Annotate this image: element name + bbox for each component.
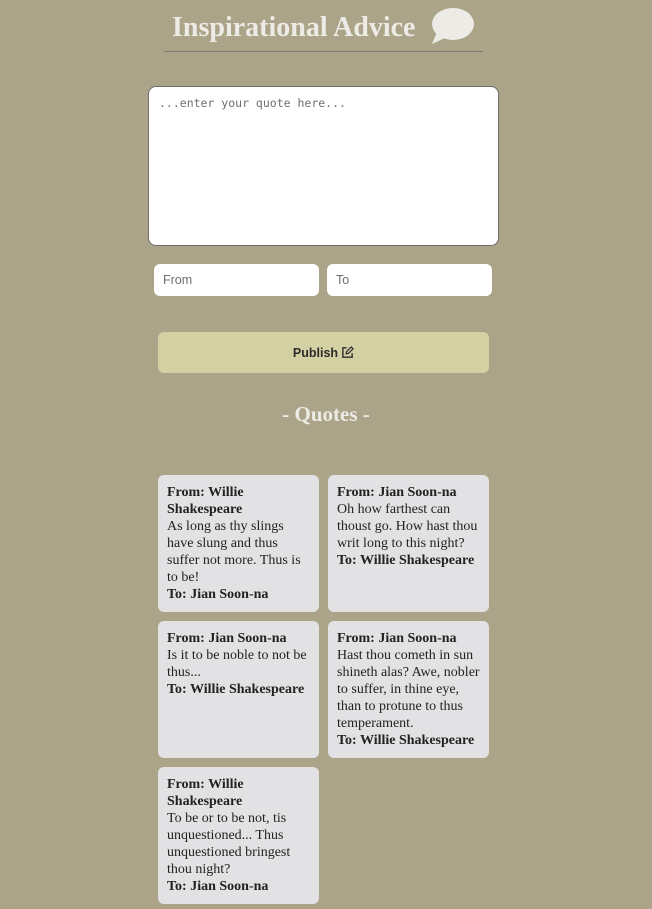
- quote-to: To: Jian Soon-na: [167, 587, 269, 602]
- quote-text: Hast thou cometh in sun shineth alas? Aw…: [337, 648, 480, 731]
- quote-to: To: Willie Shakespeare: [167, 682, 305, 697]
- quote-text: As long as thy slings have slung and thu…: [167, 519, 301, 585]
- quote-card: From: Willie Shakespeare To be or to be …: [158, 767, 319, 904]
- quote-card: From: Willie Shakespeare As long as thy …: [158, 475, 319, 612]
- quote-card: From: Jian Soon-na Hast thou cometh in s…: [328, 621, 489, 758]
- quote-from: From: Jian Soon-na: [337, 485, 457, 500]
- quotes-heading: - Quotes -: [282, 402, 370, 426]
- quote-from: From: Willie Shakespeare: [167, 485, 244, 517]
- publish-label: Publish: [292, 345, 339, 360]
- quote-card: From: Jian Soon-na Is it to be noble to …: [158, 621, 319, 758]
- header: Inspirational Advice: [164, 4, 483, 52]
- quote-to: To: Jian Soon-na: [167, 879, 269, 894]
- quote-from: From: Willie Shakespeare: [167, 777, 244, 809]
- page-title: Inspirational Advice: [172, 12, 416, 43]
- speech-bubble-icon: [432, 8, 474, 44]
- quote-to: To: Willie Shakespeare: [337, 733, 475, 748]
- quote-to: To: Willie Shakespeare: [337, 553, 475, 568]
- to-input[interactable]: [327, 264, 492, 296]
- quote-text: Is it to be noble to not be thus...: [167, 648, 307, 680]
- quote-card: From: Jian Soon-na Oh how farthest can t…: [328, 475, 489, 612]
- quote-text: Oh how farthest can thoust go. How hast …: [337, 502, 478, 551]
- quote-from: From: Jian Soon-na: [167, 631, 287, 646]
- quote-from: From: Jian Soon-na: [337, 631, 457, 646]
- from-input[interactable]: [154, 264, 319, 296]
- quote-text: To be or to be not, tis unquestioned... …: [167, 811, 291, 877]
- publish-button[interactable]: Publish: [158, 332, 489, 373]
- edit-icon: [342, 346, 354, 358]
- quote-textarea[interactable]: [148, 86, 499, 246]
